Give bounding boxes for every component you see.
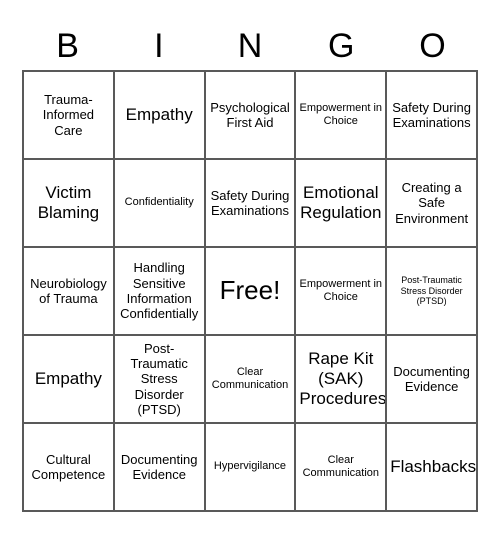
bingo-header-letter-g: G [327,27,355,65]
bingo-cell-label: Neurobiology of Trauma [30,275,107,306]
bingo-cell-r4c4[interactable]: Rape Kit (SAK) Procedures [296,336,388,424]
bingo-cell-label: Documenting Evidence [120,451,198,482]
bingo-cell-label: Hypervigilance [213,460,287,473]
bingo-cell-r1c5[interactable]: Safety During Examinations [387,72,478,160]
bingo-cell-r1c1[interactable]: Trauma-Informed Care [24,72,115,160]
bingo-cell-label: Clear Communication [211,365,289,391]
bingo-header-letter-n: N [237,27,263,65]
bingo-cell-label: Confidentiality [124,196,194,209]
bingo-cell-label: Empowerment in Choice [299,277,383,303]
bingo-cell-label: Post-Traumatic Stress Disorder (PTSD) [130,340,188,417]
bingo-cell-label: Safety During Examinations [210,187,290,218]
bingo-cell-label: Documenting Evidence [393,363,470,394]
bingo-cell-r2c3[interactable]: Safety During Examinations [205,160,297,248]
bingo-cell-r2c2[interactable]: Confidentiality [114,160,206,248]
bingo-cell-label: Trauma-Informed Care [42,92,95,138]
bingo-cell-r4c3[interactable]: Clear Communication [205,336,297,424]
bingo-header-letter-b: B [56,27,79,65]
bingo-cell-r3c1[interactable]: Neurobiology of Trauma [24,248,115,336]
bingo-header-letter-o: O [419,27,446,65]
free-space-label: Free! [219,275,281,306]
bingo-cell-r3c2[interactable]: Handling Sensitive Information Confident… [114,248,206,336]
bingo-cell-free-space[interactable]: Free! [205,248,297,336]
bingo-cell-label: Empathy [125,105,193,125]
bingo-cell-label: Cultural Competence [31,451,106,482]
bingo-card: B I N G O Trauma-Informed Care Empathy P… [0,0,500,544]
bingo-header: B I N G O [22,22,478,70]
bingo-cell-r3c5[interactable]: Post-Traumatic Stress Disorder (PTSD) [387,248,478,336]
bingo-cell-r4c5[interactable]: Documenting Evidence [387,336,478,424]
bingo-cell-label: Rape Kit (SAK) Procedures [299,349,387,408]
bingo-cell-r5c1[interactable]: Cultural Competence [24,424,115,512]
bingo-cell-r5c5[interactable]: Flashbacks [387,424,478,512]
bingo-cell-r2c1[interactable]: Victim Blaming [24,160,115,248]
bingo-cell-r3c4[interactable]: Empowerment in Choice [296,248,388,336]
bingo-cell-r2c5[interactable]: Creating a Safe Environment [387,160,478,248]
bingo-cell-r1c2[interactable]: Empathy [114,72,206,160]
bingo-cell-label: Victim Blaming [37,183,100,222]
bingo-cell-label: Psychological First Aid [210,99,290,130]
bingo-cell-r1c3[interactable]: Psychological First Aid [205,72,297,160]
bingo-cell-label: Flashbacks [390,457,477,477]
bingo-cell-label: Safety During Examinations [392,99,471,130]
bingo-cell-label: Post-Traumatic Stress Disorder (PTSD) [400,274,463,307]
bingo-grid: Trauma-Informed Care Empathy Psychologic… [22,70,478,512]
bingo-cell-r4c2[interactable]: Post-Traumatic Stress Disorder (PTSD) [114,336,206,424]
bingo-cell-r1c4[interactable]: Empowerment in Choice [296,72,388,160]
bingo-header-letter-i: I [154,27,164,65]
bingo-cell-r4c1[interactable]: Empathy [24,336,115,424]
bingo-cell-label: Clear Communication [302,453,379,479]
bingo-cell-label: Handling Sensitive Information Confident… [120,260,199,322]
bingo-cell-label: Empowerment in Choice [299,101,383,127]
bingo-cell-r5c2[interactable]: Documenting Evidence [114,424,206,512]
bingo-cell-r5c4[interactable]: Clear Communication [296,424,388,512]
bingo-cell-r2c4[interactable]: Emotional Regulation [296,160,388,248]
bingo-cell-label: Empathy [34,369,102,389]
bingo-cell-label: Emotional Regulation [300,183,382,222]
bingo-cell-label: Creating a Safe Environment [395,180,469,226]
bingo-cell-r5c3[interactable]: Hypervigilance [205,424,297,512]
